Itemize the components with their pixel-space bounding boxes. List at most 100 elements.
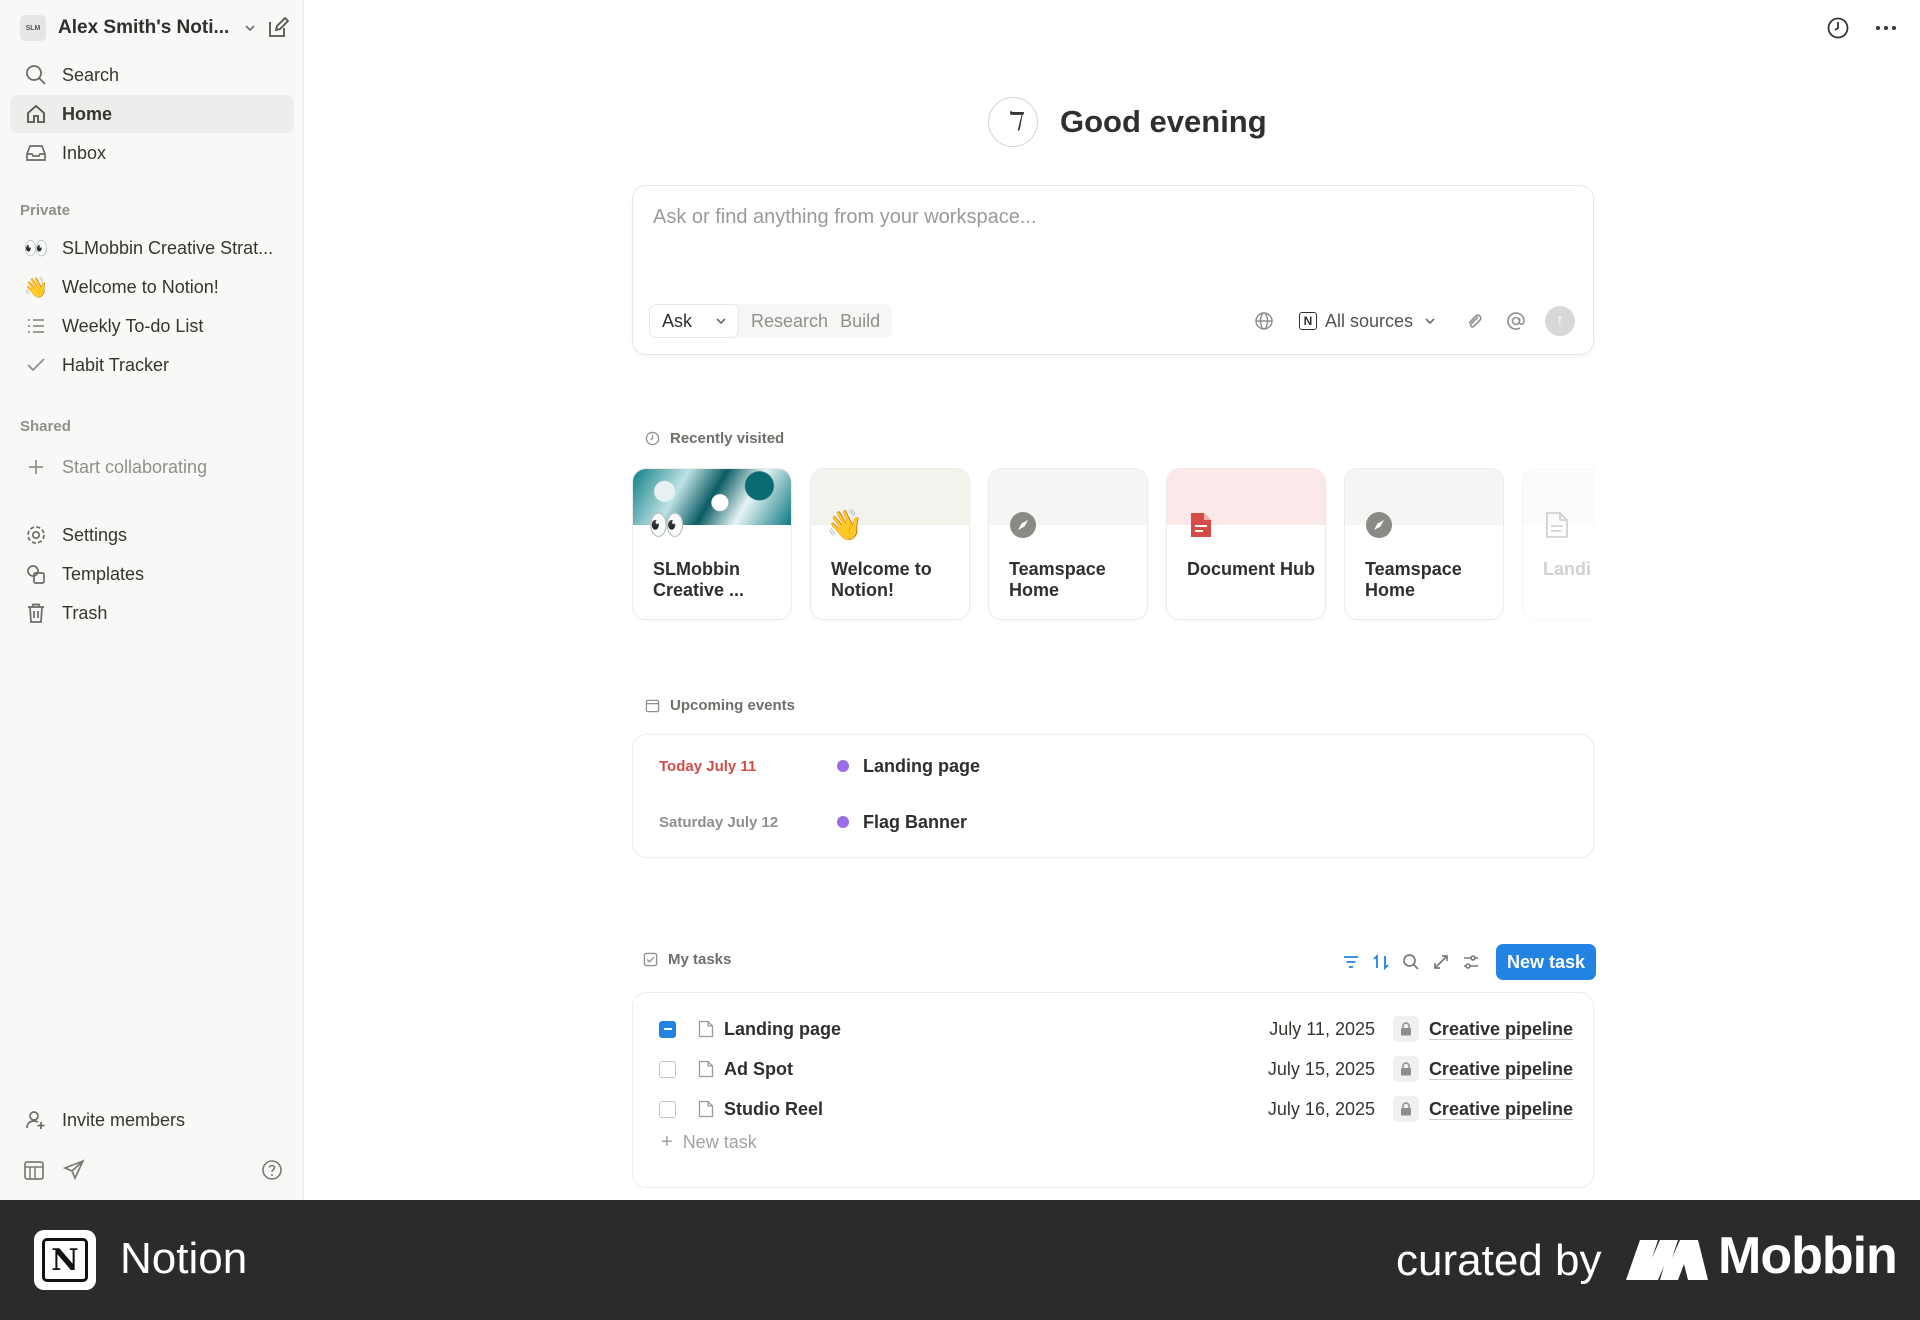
page-icon: [1541, 509, 1573, 541]
waving-hand-icon: 👋: [826, 508, 864, 542]
sort-icon[interactable]: [1366, 947, 1396, 977]
user-avatar[interactable]: ℸ: [988, 97, 1038, 147]
task-row[interactable]: Ad Spot July 15, 2025 Creative pipeline: [659, 1053, 1573, 1085]
add-task-row[interactable]: + New task: [661, 1131, 757, 1154]
help-icon[interactable]: [260, 1158, 284, 1182]
task-checkbox[interactable]: [659, 1100, 676, 1118]
recent-card[interactable]: 👀 SLMobbin Creative ...: [632, 468, 792, 620]
task-name[interactable]: Landing page: [724, 1019, 841, 1040]
workspace-switcher[interactable]: SLM Alex Smith's Noti...: [20, 12, 290, 44]
gear-icon: [24, 523, 48, 547]
calendar-grid-icon[interactable]: [22, 1158, 46, 1182]
task-project[interactable]: Creative pipeline: [1392, 1056, 1573, 1082]
send-button[interactable]: ↑: [1545, 306, 1575, 336]
card-title: Teamspace Home: [1009, 559, 1106, 600]
recent-card[interactable]: Teamspace Home: [988, 468, 1148, 620]
filter-icon[interactable]: [1336, 947, 1366, 977]
sidebar-item-templates[interactable]: Templates: [10, 555, 294, 593]
sidebar-item-label: Home: [62, 103, 113, 124]
card-title: Welcome to Notion!: [831, 559, 932, 600]
ask-input-placeholder[interactable]: Ask or find anything from your workspace…: [653, 206, 1037, 229]
event-row[interactable]: Saturday July 12 Flag Banner: [659, 807, 1559, 837]
event-title: Flag Banner: [863, 811, 968, 832]
upcoming-events-heading: Upcoming events: [644, 697, 795, 714]
sources-dropdown[interactable]: N All sources: [1298, 311, 1437, 332]
recent-card[interactable]: Document Hub: [1166, 468, 1326, 620]
ai-ask-box[interactable]: Ask or find anything from your workspace…: [632, 185, 1594, 355]
mode-build[interactable]: Build: [840, 311, 880, 332]
mode-selector: Ask Research Build: [649, 304, 893, 338]
task-row[interactable]: Studio Reel July 16, 2025 Creative pipel…: [659, 1093, 1573, 1125]
sidebar-item-invite-members[interactable]: Invite members: [10, 1101, 294, 1139]
clock-icon: [644, 431, 660, 447]
mode-ask[interactable]: Ask: [649, 304, 740, 338]
sidebar-item-label: Start collaborating: [62, 456, 208, 477]
sidebar-item-label: Invite members: [62, 1109, 186, 1130]
event-color-dot: [837, 760, 849, 772]
sidebar-item-settings[interactable]: Settings: [10, 516, 294, 554]
upcoming-events-label: Upcoming events: [670, 697, 796, 714]
search-icon: [24, 63, 48, 87]
greeting: ℸ Good evening: [988, 96, 1267, 148]
tasks-panel: Landing page July 11, 2025 Creative pipe…: [632, 992, 1594, 1188]
event-title: Landing page: [863, 755, 980, 776]
more-options-icon[interactable]: [1872, 14, 1900, 42]
sidebar-item-welcome[interactable]: 👋 Welcome to Notion!: [10, 268, 294, 306]
task-name[interactable]: Ad Spot: [724, 1059, 793, 1080]
recent-card[interactable]: Teamspace Home: [1344, 468, 1504, 620]
project-name: Creative pipeline: [1428, 1098, 1573, 1119]
sidebar-item-trash[interactable]: Trash: [10, 594, 294, 632]
chevron-down-icon: [1425, 318, 1435, 325]
settings-sliders-icon[interactable]: [1456, 947, 1486, 977]
task-toolbar: New task: [1336, 944, 1597, 980]
expand-icon[interactable]: [1426, 947, 1456, 977]
sidebar-item-start-collaborating[interactable]: Start collaborating: [10, 448, 294, 486]
notion-logo-icon: N: [34, 1230, 96, 1290]
sidebar-item-search[interactable]: Search: [10, 56, 294, 94]
sidebar-item-inbox[interactable]: Inbox: [10, 134, 294, 172]
compass-icon: [1363, 509, 1395, 541]
task-date: July 15, 2025: [1267, 1058, 1375, 1079]
chevron-down-icon[interactable]: [714, 314, 728, 328]
task-checkbox[interactable]: [659, 1020, 676, 1038]
recent-card[interactable]: Landi: [1522, 468, 1594, 620]
sidebar-item-slmobbin[interactable]: 👀 SLMobbin Creative Strat...: [10, 229, 294, 267]
eyes-icon: 👀: [23, 237, 49, 260]
templates-icon: [24, 562, 48, 586]
lock-icon: [1392, 1016, 1419, 1042]
section-shared: Shared: [20, 418, 71, 435]
task-project[interactable]: Creative pipeline: [1392, 1096, 1573, 1122]
sidebar-item-habit-tracker[interactable]: Habit Tracker: [10, 346, 294, 384]
sidebar-item-home[interactable]: Home: [10, 95, 294, 133]
sidebar-item-label: Search: [62, 64, 120, 85]
new-page-icon[interactable]: [266, 16, 290, 40]
recent-card[interactable]: 👋 Welcome to Notion!: [810, 468, 970, 620]
notion-n-icon: N: [1298, 312, 1317, 330]
event-row[interactable]: Today July 11 Landing page: [659, 751, 1559, 781]
search-icon[interactable]: [1396, 947, 1426, 977]
mention-icon[interactable]: [1501, 306, 1531, 336]
footer-brand: Mobbin: [1718, 1227, 1898, 1285]
task-checkbox[interactable]: [659, 1060, 676, 1078]
lock-icon: [1392, 1096, 1419, 1122]
task-date: July 16, 2025: [1267, 1098, 1375, 1119]
plus-icon: [24, 455, 48, 479]
new-task-button[interactable]: New task: [1496, 944, 1597, 980]
task-row[interactable]: Landing page July 11, 2025 Creative pipe…: [659, 1013, 1573, 1045]
mode-research[interactable]: Research: [751, 311, 828, 332]
page-icon: [698, 1100, 714, 1118]
globe-icon[interactable]: [1249, 306, 1279, 336]
checkbox-icon: [642, 952, 658, 968]
card-title: SLMobbin Creative ...: [653, 559, 745, 600]
send-icon[interactable]: [62, 1158, 86, 1182]
task-name[interactable]: Studio Reel: [724, 1099, 823, 1120]
calendar-icon: [644, 698, 660, 714]
updates-clock-icon[interactable]: [1824, 14, 1852, 42]
sidebar-footer: [0, 1150, 304, 1190]
attachment-icon[interactable]: [1459, 306, 1489, 336]
my-tasks-label: My tasks: [668, 951, 732, 968]
sidebar-item-weekly-todo[interactable]: Weekly To-do List: [10, 307, 294, 345]
task-project[interactable]: Creative pipeline: [1392, 1016, 1573, 1042]
checkmark-icon: [24, 353, 48, 377]
sidebar-item-label: Weekly To-do List: [62, 315, 204, 336]
